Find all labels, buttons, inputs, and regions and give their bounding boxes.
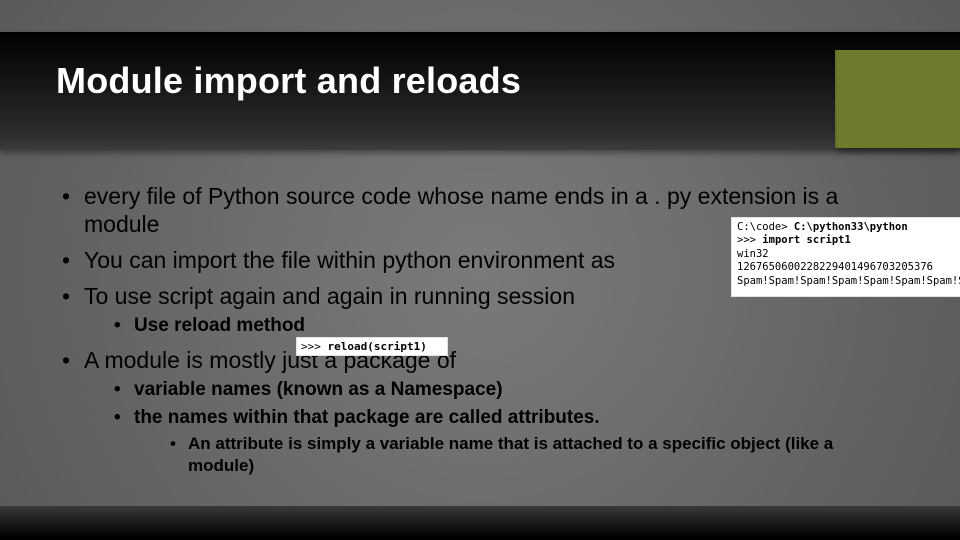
title-band: Module import and reloads <box>0 32 960 150</box>
slide-title: Module import and reloads <box>56 60 521 102</box>
bullet-level2: variable names (known as a Namespace) <box>114 378 902 402</box>
bullet-level1: A module is mostly just a package of var… <box>62 346 902 477</box>
bullet-level2: the names within that package are called… <box>114 406 902 477</box>
console-snippet: C:\code> C:\python33\python >>> import s… <box>732 218 960 296</box>
bullet-text: the names within that package are called… <box>134 407 600 428</box>
slide: Module import and reloads every file of … <box>0 0 960 540</box>
bullet-text: To use script again and again in running… <box>84 283 575 309</box>
bullet-text: Use reload method <box>134 314 305 338</box>
console-line: 1267650600228229401496703205376 <box>737 261 956 274</box>
bullet-level3: An attribute is simply a variable name t… <box>170 433 902 477</box>
bottom-band <box>0 506 960 540</box>
accent-block <box>835 50 960 148</box>
console-line: >>> import script1 <box>737 234 956 247</box>
console-line: Spam!Spam!Spam!Spam!Spam!Spam!Spam!Spam! <box>737 275 956 288</box>
console-line: win32 <box>737 248 956 261</box>
bullet-level2: Use reload method <box>114 314 902 338</box>
reload-snippet: >>> reload(script1) <box>297 338 447 355</box>
console-line: C:\code> C:\python33\python <box>737 221 956 234</box>
